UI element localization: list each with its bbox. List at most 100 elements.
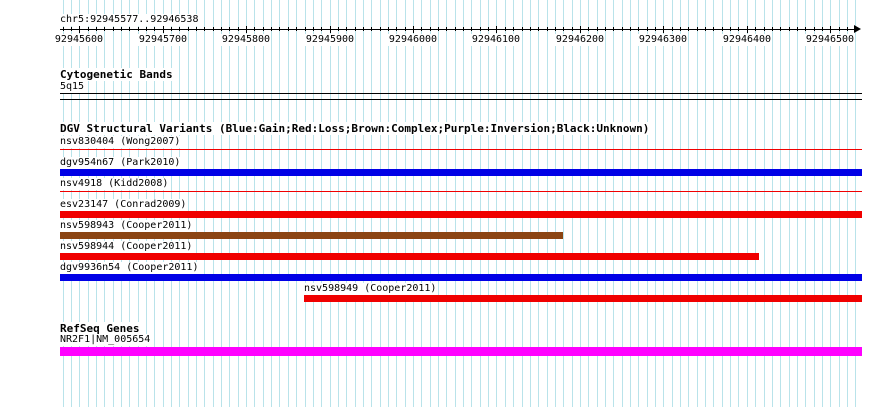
dgv-feature-bar[interactable] [60,211,862,218]
gridline [263,0,264,407]
ruler-tick-label: 92946300 [637,34,689,46]
gridline [380,0,381,407]
dgv-feature-label: nsv830404 (Wong2007) [60,136,181,148]
gridline [396,0,397,407]
gridline [196,0,197,407]
ruler-minor-tick [805,27,806,31]
gridline [555,0,556,407]
dgv-feature-label: dgv9936n54 (Cooper2011) [60,262,199,274]
gridline [471,0,472,407]
gridline [355,0,356,407]
dgv-feature-bar[interactable] [304,295,862,302]
gridline [388,0,389,407]
gridline [330,0,331,407]
ruler-minor-tick [513,27,514,31]
ruler-tick [246,26,247,33]
ruler-minor-tick [814,27,815,31]
track-title-cytoband[interactable]: Cytogenetic Bands [60,68,173,81]
ruler-tick [747,26,748,33]
genome-browser: chr5:92945577..92946538 92945600 92945700… [0,0,890,407]
gridline [288,0,289,407]
ruler-minor-tick [71,27,72,31]
gridline [630,0,631,407]
ruler-minor-tick [780,27,781,31]
ruler-minor-tick [421,27,422,31]
dgv-feature-line[interactable] [60,149,862,150]
gridline [730,0,731,407]
gridline [271,0,272,407]
ruler-minor-tick [605,27,606,31]
gridline [772,0,773,407]
ruler-minor-tick [797,27,798,31]
gridline [722,0,723,407]
ruler-minor-tick [338,27,339,31]
ruler-tick [663,26,664,33]
ruler-minor-tick [204,27,205,31]
ruler-minor-tick [839,27,840,31]
gridline [605,0,606,407]
ruler-minor-tick [229,27,230,31]
track-title-dgv[interactable]: DGV Structural Variants (Blue:Gain;Red:L… [60,122,650,135]
dgv-feature-bar[interactable] [60,253,759,260]
gridline [363,0,364,407]
ruler-minor-tick [705,27,706,31]
ruler-minor-tick [254,27,255,31]
gridline [855,0,856,407]
gridline [839,0,840,407]
dgv-feature-label: esv23147 (Conrad2009) [60,199,187,211]
ruler-minor-tick [405,27,406,31]
ruler-minor-tick [438,27,439,31]
gridline [321,0,322,407]
gridline [213,0,214,407]
gridline [438,0,439,407]
gridline [764,0,765,407]
dgv-feature-label: nsv4918 (Kidd2008) [60,178,169,190]
gridline [463,0,464,407]
ruler-minor-tick [321,27,322,31]
ruler-minor-tick [488,27,489,31]
gridline [538,0,539,407]
gridline [647,0,648,407]
ruler-minor-tick [622,27,623,31]
gridline [822,0,823,407]
gene-label: NR2F1|NM_005654 [60,334,151,346]
cytoband-label: 5q15 [60,81,85,93]
gridline [522,0,523,407]
gene-bar[interactable] [60,347,862,356]
ruler-minor-tick [822,27,823,31]
gridline [405,0,406,407]
ruler-minor-tick [388,27,389,31]
gridline [563,0,564,407]
gridline [305,0,306,407]
ruler-tick-label: 92946200 [554,34,606,46]
ruler-minor-tick [522,27,523,31]
ruler-minor-tick [647,27,648,31]
cytoband-line[interactable] [60,93,862,94]
ruler-tick-label: 92945800 [220,34,272,46]
gridline [530,0,531,407]
ruler-minor-tick [346,27,347,31]
dgv-feature-bar[interactable] [60,232,563,239]
ruler-minor-tick [697,27,698,31]
ruler-tick-label: 92945700 [137,34,189,46]
ruler-minor-tick [121,27,122,31]
ruler-minor-tick [772,27,773,31]
ruler-minor-tick [196,27,197,31]
gridline [313,0,314,407]
dgv-feature-line[interactable] [60,191,862,192]
gridline [421,0,422,407]
gridline [713,0,714,407]
ruler-minor-tick [188,27,189,31]
gridline [513,0,514,407]
gridline [588,0,589,407]
ruler-minor-tick [722,27,723,31]
ruler-minor-tick [588,27,589,31]
ruler-minor-tick [179,27,180,31]
ruler-minor-tick [730,27,731,31]
ruler-minor-tick [221,27,222,31]
cytoband-line-lower[interactable] [60,99,862,100]
ruler-tick-label: 92946400 [721,34,773,46]
dgv-feature-bar[interactable] [60,274,862,281]
ruler-minor-tick [847,27,848,31]
dgv-feature-bar[interactable] [60,169,862,176]
